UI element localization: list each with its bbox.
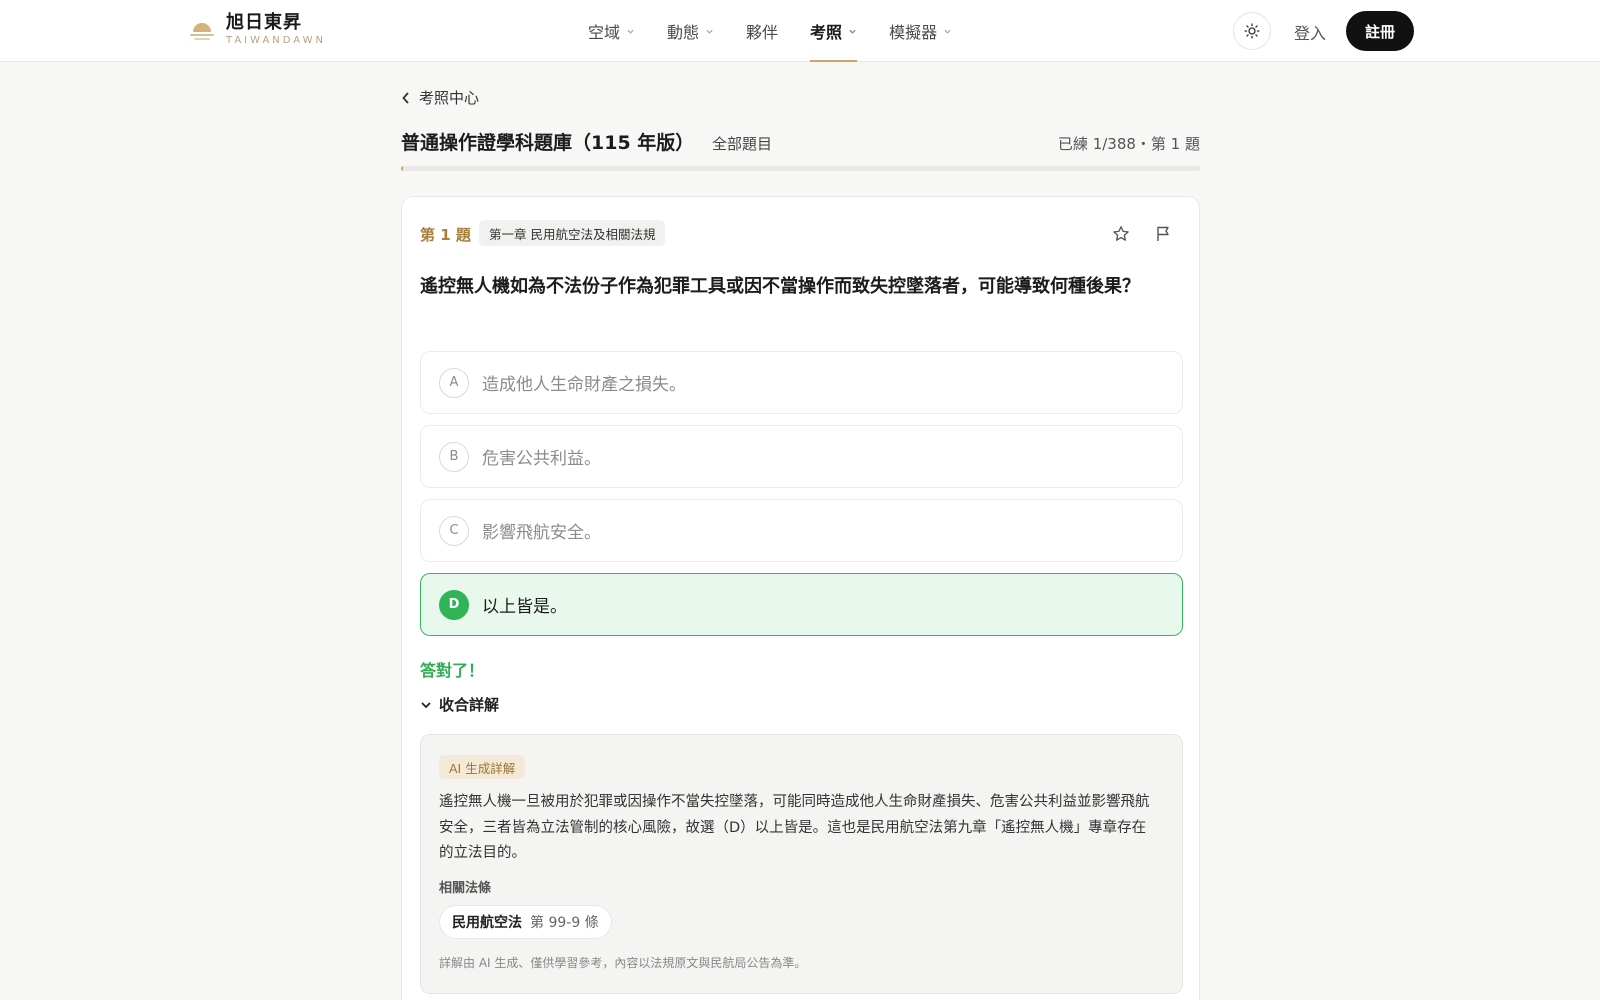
option-text: 造成他人生命財產之損失。 [482,375,686,395]
option-text: 影響飛航安全。 [482,523,601,543]
chevron-down-icon [627,29,634,34]
back-to-exam-center-link[interactable]: 考照中心 [401,87,479,108]
nav-label: 夥伴 [746,23,779,42]
option-d-correct[interactable]: D 以上皆是。 [420,573,1183,636]
collapse-explanation-button[interactable]: 收合詳解 [420,694,499,715]
brand-name: 旭日東昇 [226,12,302,33]
question-text: 遙控無人機如為不法份子作為犯罪工具或因不當操作而致失控墜落者，可能導致何種後果？ [420,276,1140,297]
brand-logo-link[interactable]: 旭日東昇 TAIWANDAWN [188,12,326,48]
collapse-explanation-label: 收合詳解 [439,696,500,714]
option-a[interactable]: A 造成他人生命財產之損失。 [420,351,1183,414]
progress-bar-fill [401,166,404,171]
sunrise-logo-icon [190,23,214,40]
main-nav: 空域 動態 夥伴 考照 模擬器 [588,0,984,62]
option-letter: C [439,515,469,546]
page-title: 普通操作證學科題庫（115 年版） [401,132,695,154]
top-navigation-bar: 旭日東昇 TAIWANDAWN 空域 動態 夥伴 考照 模擬器 登入 註冊 [0,0,1600,62]
option-letter: B [439,441,469,472]
theme-toggle-button[interactable] [1233,12,1271,50]
nav-label: 模擬器 [889,23,938,42]
flag-icon [1157,226,1169,241]
option-text: 以上皆是。 [482,597,567,617]
chapter-tag: 第一章 民用航空法及相關法規 [479,220,666,246]
register-button[interactable]: 註冊 [1346,11,1414,51]
explanation-text: 遙控無人機一旦被用於犯罪或因操作不當失控墜落，可能同時造成他人生命財產損失、危害… [439,794,1150,861]
related-law-chip[interactable]: 民用航空法 第 99-9 條 [439,905,612,939]
nav-label: 考照 [810,23,843,42]
login-link[interactable]: 登入 [1294,20,1326,44]
nav-label: 空域 [588,23,621,42]
ai-disclaimer: 詳解由 AI 生成、僅供學習參考，內容以法規原文與民航局公告為準。 [439,956,807,970]
related-law-heading: 相關法條 [439,881,492,896]
back-link-label: 考照中心 [419,89,480,107]
chevron-down-icon [421,701,431,708]
option-letter: D [439,589,469,620]
option-letter: A [439,367,469,398]
nav-label: 動態 [667,23,700,42]
progress-counter: 已練 1/388・第 1 題 [1057,135,1200,153]
report-flag-button[interactable] [1152,223,1174,245]
chevron-down-icon [706,29,713,34]
law-name: 民用航空法 [452,915,522,931]
nav-item-simulator[interactable]: 模擬器 [889,0,952,62]
nav-item-partners[interactable]: 夥伴 [746,0,778,62]
answer-result-message: 答對了！ [420,661,485,680]
law-article: 第 99-9 條 [530,915,599,931]
chevron-left-icon [402,91,409,104]
brand-subtitle: TAIWANDAWN [226,35,326,46]
sun-icon [1244,23,1260,39]
option-b[interactable]: B 危害公共利益。 [420,425,1183,488]
progress-bar [401,166,1200,171]
bookmark-star-button[interactable] [1110,223,1132,245]
question-scope-label: 全部題目 [712,135,773,153]
option-c[interactable]: C 影響飛航安全。 [420,499,1183,562]
nav-item-airspace[interactable]: 空域 [588,0,635,62]
nav-item-dynamics[interactable]: 動態 [667,0,714,62]
chevron-down-icon [944,29,951,34]
chevron-down-icon [849,29,856,34]
ai-generated-badge: AI 生成詳解 [439,755,526,779]
nav-item-exam[interactable]: 考照 [810,0,858,62]
explanation-panel: AI 生成詳解 遙控無人機一旦被用於犯罪或因操作不當失控墜落，可能同時造成他人生… [420,734,1183,994]
question-card: 第 1 題 第一章 民用航空法及相關法規 遙控無人機如為不法份子作為犯罪工具或因… [401,196,1200,1000]
question-number: 第 1 題 [420,226,471,244]
star-icon [1113,226,1129,241]
option-text: 危害公共利益。 [482,449,601,469]
